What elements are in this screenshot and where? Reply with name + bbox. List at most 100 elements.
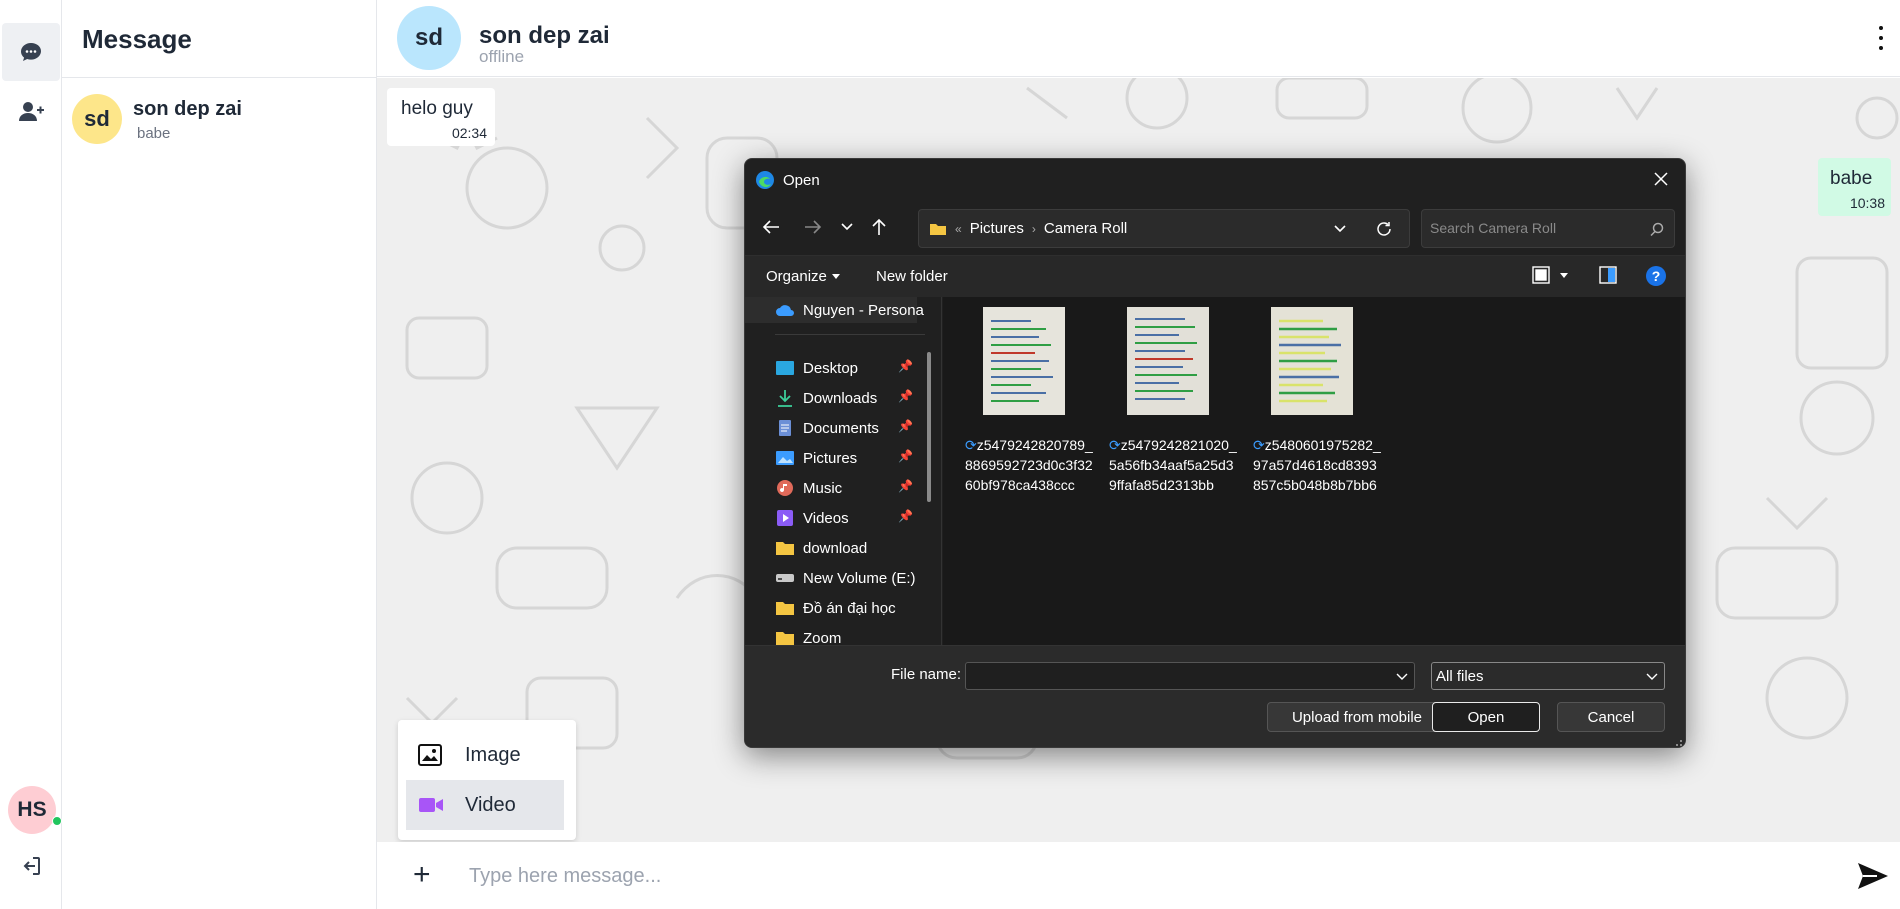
nav-item-do-an[interactable]: Đồ án đại học	[775, 595, 896, 621]
nav-item-videos[interactable]: Videos	[775, 505, 849, 531]
pin-icon: 📌	[898, 359, 913, 373]
message-time: 10:38	[1849, 195, 1885, 211]
nav-item-new-volume[interactable]: New Volume (E:)	[775, 565, 916, 591]
folder-icon	[775, 629, 795, 645]
file-name: ⟳z5480601975282_97a57d4618cd8393857c5b04…	[1253, 435, 1381, 495]
file-thumbnail	[983, 307, 1065, 415]
upload-from-mobile-button[interactable]: Upload from mobile	[1267, 702, 1447, 732]
file-name-field[interactable]	[965, 662, 1415, 690]
file-thumbnail	[1127, 307, 1209, 415]
contact-name: son dep zai	[479, 22, 610, 49]
file-type-value: All files	[1436, 668, 1484, 685]
recent-locations-button[interactable]	[835, 215, 859, 239]
messages-nav-button[interactable]	[2, 23, 60, 81]
online-status-dot	[52, 816, 62, 826]
nav-item-pictures[interactable]: Pictures	[775, 445, 857, 471]
arrow-left-icon	[762, 220, 779, 234]
logout-button[interactable]	[2, 838, 60, 894]
folder-icon	[775, 539, 795, 557]
file-name-label: File name:	[891, 666, 962, 683]
app-rail: HS	[0, 0, 62, 909]
folder-icon	[775, 599, 795, 617]
attach-video-label: Video	[465, 793, 516, 816]
search-input[interactable]	[1430, 220, 1640, 236]
resize-grip-icon[interactable]	[1673, 737, 1683, 747]
back-button[interactable]	[759, 215, 783, 239]
user-avatar[interactable]: HS	[8, 786, 56, 834]
sync-icon: ⟳	[1253, 437, 1265, 453]
attach-image-option[interactable]: Image	[406, 730, 564, 780]
dialog-close-button[interactable]	[1647, 165, 1675, 193]
nav-item-label: download	[803, 539, 868, 557]
conversation-item[interactable]: sd son dep zai babe	[62, 88, 377, 150]
arrow-right-icon	[805, 220, 822, 234]
nav-item-label: Desktop	[803, 359, 859, 377]
pictures-icon	[775, 449, 795, 467]
navigation-pane[interactable]: Nguyen - Persona Desktop 📌 Downloads 📌 D…	[745, 297, 942, 645]
avatar: sd	[72, 94, 122, 144]
new-folder-button[interactable]: New folder	[876, 268, 948, 285]
send-button[interactable]	[1857, 862, 1889, 895]
nav-item-download-folder[interactable]: download	[775, 535, 867, 561]
organize-button[interactable]: Organize	[766, 268, 840, 285]
address-bar[interactable]: « Pictures › Camera Roll	[918, 209, 1410, 248]
panel-title: Message	[82, 24, 192, 54]
view-options-button[interactable]	[1532, 266, 1568, 284]
preview-pane-icon	[1599, 266, 1617, 284]
forward-button[interactable]	[801, 215, 825, 239]
help-button[interactable]: ?	[1645, 265, 1667, 287]
pin-icon: 📌	[898, 389, 913, 403]
file-name-input[interactable]	[972, 668, 1382, 684]
edge-browser-icon	[756, 171, 774, 189]
nav-item-music[interactable]: Music	[775, 475, 842, 501]
file-list-pane[interactable]: ⟳z5479242820789_8869592723d0c3f3260bf978…	[943, 297, 1685, 645]
nav-item-downloads[interactable]: Downloads	[775, 385, 877, 411]
chevron-down-icon[interactable]	[1396, 673, 1408, 681]
nav-pane-scrollbar[interactable]	[927, 352, 931, 502]
more-options-icon[interactable]	[1873, 24, 1889, 52]
pin-icon: 📌	[898, 419, 913, 433]
nav-item-label: Zoom	[803, 629, 842, 646]
svg-text:?: ?	[1652, 268, 1661, 284]
attach-plus-button[interactable]: +	[413, 860, 431, 890]
file-type-select[interactable]: All files	[1431, 662, 1665, 690]
breadcrumb-camera-roll[interactable]: Camera Roll	[1044, 220, 1127, 237]
chevron-down-icon	[1646, 673, 1658, 680]
nav-item-label: Videos	[803, 509, 849, 527]
dialog-titlebar: Open	[755, 167, 820, 193]
logout-icon	[23, 857, 40, 875]
divider	[62, 77, 377, 78]
chevron-down-icon[interactable]	[1334, 225, 1346, 233]
pin-icon: 📌	[898, 449, 913, 463]
message-bubble-incoming: helo guy 02:34	[387, 88, 495, 146]
file-name-text: z5479242821020_5a56fb34aaf5a25d39ffafa85…	[1109, 437, 1237, 493]
cancel-button[interactable]: Cancel	[1557, 702, 1665, 732]
nav-item-documents[interactable]: Documents	[775, 415, 879, 441]
refresh-icon[interactable]	[1376, 221, 1392, 237]
nav-item-label: Music	[803, 479, 843, 497]
send-icon	[1858, 863, 1888, 889]
conversation-last-message: babe	[137, 125, 171, 142]
help-icon: ?	[1646, 266, 1666, 286]
dialog-search-box[interactable]	[1421, 209, 1675, 248]
attach-video-option[interactable]: Video	[406, 780, 564, 830]
message-input[interactable]	[469, 860, 1769, 892]
message-text: babe	[1830, 168, 1873, 189]
file-open-dialog: Open « Pictures › Camera Roll Search Cam…	[744, 158, 1686, 748]
breadcrumb-pictures[interactable]: Pictures	[970, 220, 1024, 237]
message-composer: +	[377, 842, 1900, 909]
preview-pane-button[interactable]	[1599, 266, 1617, 284]
videos-icon	[775, 509, 795, 527]
up-button[interactable]	[867, 215, 891, 239]
open-button[interactable]: Open	[1432, 702, 1540, 732]
nav-item-label: Đồ án đại học	[803, 599, 896, 617]
nav-item-onedrive[interactable]: Nguyen - Persona	[745, 297, 924, 323]
nav-item-desktop[interactable]: Desktop	[775, 355, 858, 381]
chevron-down-icon	[841, 223, 853, 231]
nav-item-zoom[interactable]: Zoom	[775, 625, 841, 645]
file-name-text: z5480601975282_97a57d4618cd8393857c5b048…	[1253, 437, 1381, 493]
add-friend-button[interactable]	[2, 83, 60, 141]
downloads-icon	[775, 389, 795, 407]
folder-icon	[930, 223, 946, 235]
view-mode-icon	[1532, 266, 1550, 284]
